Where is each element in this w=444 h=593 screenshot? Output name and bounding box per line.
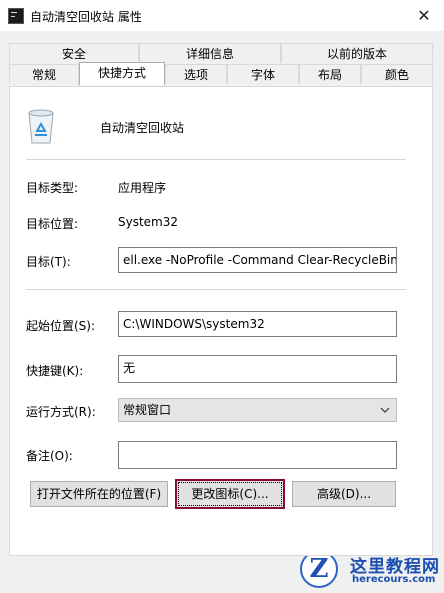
change-icon-button[interactable]: 更改图标(C)...	[175, 479, 285, 509]
window-app-icon	[8, 8, 24, 24]
comment-label: 备注(O):	[26, 449, 73, 463]
target-location-value: System32	[118, 215, 179, 229]
shortcut-panel: 自动清空回收站 目标类型: 应用程序 目标位置: System32 目标(T):…	[9, 86, 433, 556]
target-location-label: 目标位置:	[26, 217, 79, 231]
run-select[interactable]: 常规窗口	[118, 398, 397, 422]
start-in-label: 起始位置(S):	[26, 319, 96, 333]
title-bar: 自动清空回收站 属性 ✕	[0, 0, 444, 31]
advanced-button[interactable]: 高级(D)...	[292, 481, 396, 507]
target-label: 目标(T):	[26, 255, 71, 269]
close-icon: ✕	[417, 6, 431, 25]
hotkey-label: 快捷键(K):	[26, 364, 84, 378]
run-select-value: 常规窗口	[123, 403, 172, 417]
watermark-url: herecours.com	[352, 574, 436, 585]
separator	[26, 159, 406, 160]
target-type-label: 目标类型:	[26, 181, 79, 195]
close-button[interactable]: ✕	[404, 0, 444, 31]
tab-font[interactable]: 字体	[227, 64, 299, 84]
tab-layout[interactable]: 布局	[299, 64, 361, 84]
tab-details[interactable]: 详细信息	[139, 43, 281, 63]
dialog-body: 安全 详细信息 以前的版本 常规 快捷方式 选项 字体 布局 颜色 自动清空回收…	[0, 31, 444, 593]
tab-options[interactable]: 选项	[165, 64, 227, 84]
hotkey-input[interactable]: 无	[118, 355, 397, 383]
tab-colors[interactable]: 颜色	[361, 64, 433, 84]
tab-general[interactable]: 常规	[9, 64, 79, 84]
window-title: 自动清空回收站 属性	[30, 10, 142, 24]
separator	[26, 289, 406, 290]
run-label: 运行方式(R):	[26, 405, 96, 419]
target-input[interactable]: ell.exe -NoProfile -Command Clear-Recycl…	[118, 247, 397, 273]
chevron-down-icon	[380, 407, 390, 413]
recycle-bin-icon	[28, 109, 54, 144]
target-type-value: 应用程序	[118, 181, 167, 195]
tab-security[interactable]: 安全	[9, 43, 139, 63]
tab-shortcut[interactable]: 快捷方式	[79, 62, 165, 85]
tab-previous-versions[interactable]: 以前的版本	[281, 43, 433, 63]
shortcut-name: 自动清空回收站	[100, 121, 185, 135]
comment-input[interactable]	[118, 441, 397, 469]
start-in-input[interactable]: C:\WINDOWS\system32	[118, 311, 397, 337]
open-file-location-button[interactable]: 打开文件所在的位置(F)	[30, 481, 168, 507]
